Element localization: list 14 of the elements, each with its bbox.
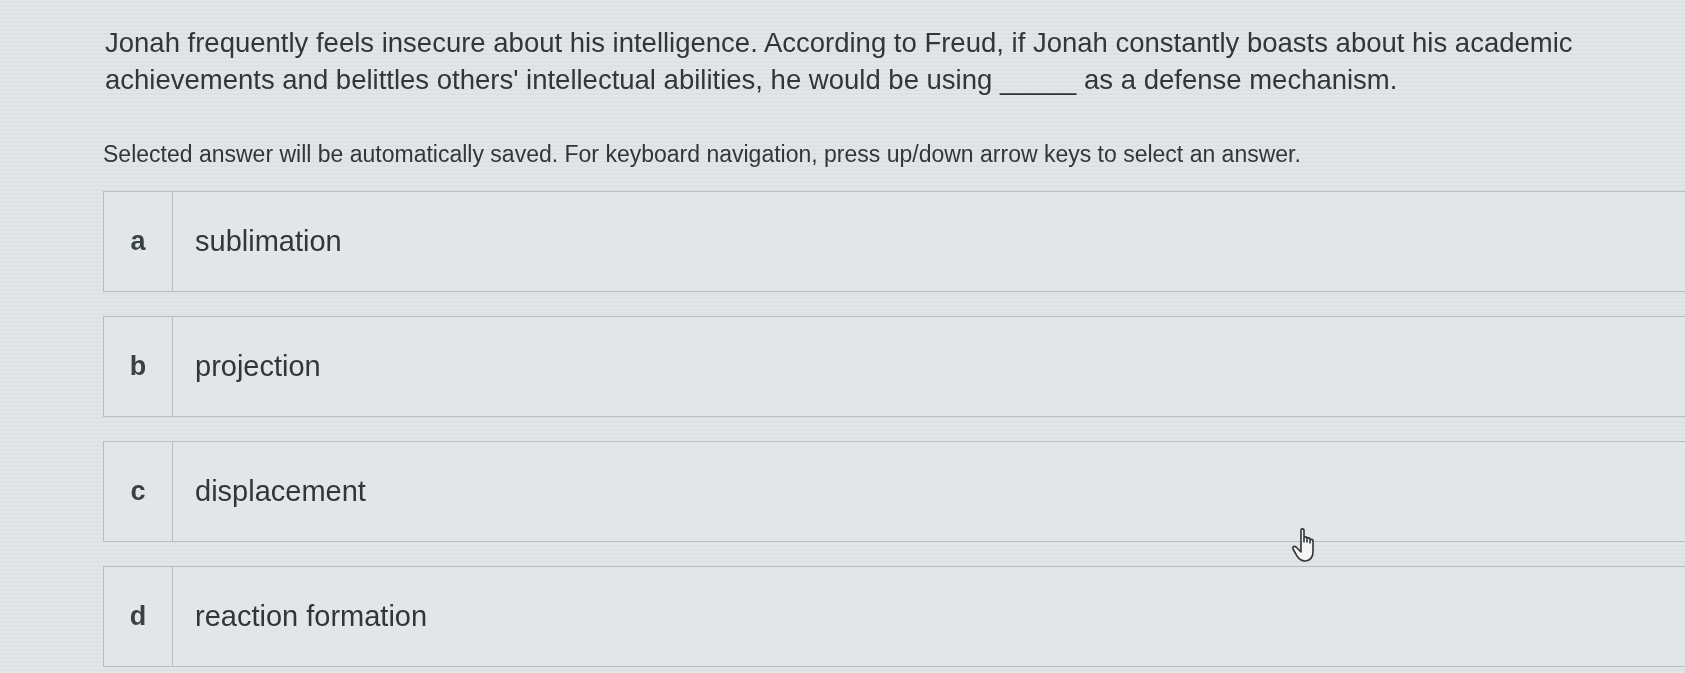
- option-text: sublimation: [194, 224, 342, 259]
- question-text: Jonah frequently feels insecure about his intelligence. According to Freud, if Jonah constantly boasts about his academic achievements and belittles others' intellectual abilities, he would be using _____ as a defense mechanism.: [105, 26, 1574, 97]
- option-letter: a: [104, 192, 173, 291]
- option-letter: d: [104, 567, 173, 666]
- option-letter: c: [104, 442, 173, 541]
- answer-option[interactable]: c displacement: [103, 441, 1685, 542]
- instructions-text: Selected answer will be automatically saved. For keyboard navigation, press up/down arrow keys to select an answer.: [103, 140, 1302, 168]
- option-text: reaction formation: [194, 599, 428, 634]
- option-text: projection: [194, 349, 321, 384]
- answer-option[interactable]: a sublimation: [103, 191, 1685, 292]
- option-text: displacement: [194, 474, 366, 509]
- answer-option[interactable]: b projection: [103, 316, 1685, 417]
- option-letter: b: [104, 317, 173, 416]
- answer-option[interactable]: d reaction formation: [103, 566, 1685, 667]
